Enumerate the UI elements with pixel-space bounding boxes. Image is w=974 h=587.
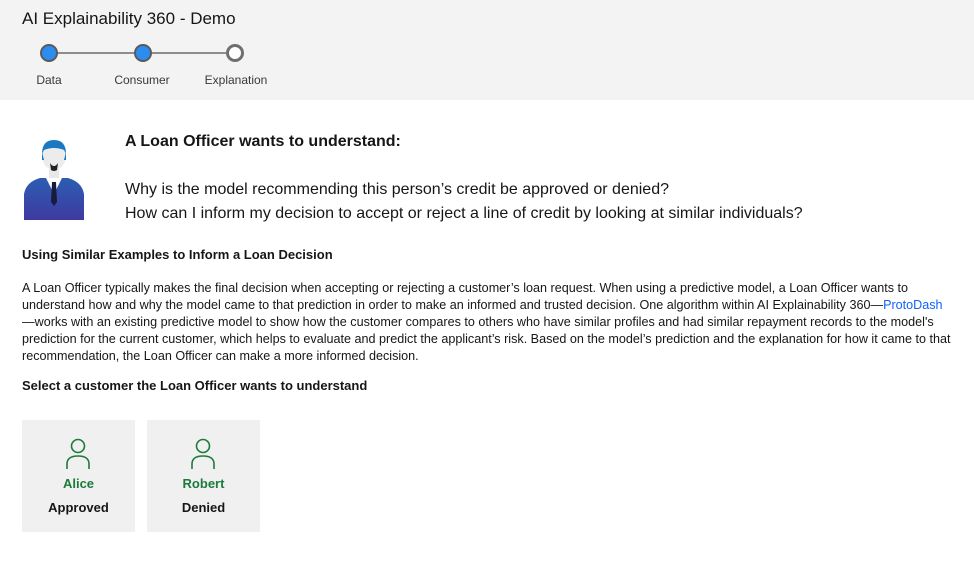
person-icon bbox=[191, 438, 215, 469]
persona-question: Why is the model recommending this perso… bbox=[125, 181, 669, 198]
step-explanation-label[interactable]: Explanation bbox=[191, 73, 281, 87]
customer-name: Robert bbox=[182, 476, 225, 491]
customer-status: Approved bbox=[48, 500, 109, 515]
customer-name: Alice bbox=[62, 476, 95, 491]
step-consumer-label[interactable]: Consumer bbox=[97, 73, 187, 87]
person-icon bbox=[66, 438, 90, 469]
protodash-link[interactable]: ProtoDash bbox=[883, 298, 943, 312]
step-data-label[interactable]: Data bbox=[4, 73, 94, 87]
loan-officer-avatar-icon bbox=[24, 140, 84, 220]
description-text: —works with an existing predictive model… bbox=[22, 315, 951, 363]
select-customer-heading: Select a customer the Loan Officer wants… bbox=[22, 378, 368, 393]
description-text: A Loan Officer typically makes the final… bbox=[22, 281, 909, 312]
app-title: AI Explainability 360 - Demo bbox=[22, 9, 236, 28]
step-explanation-indicator[interactable] bbox=[226, 44, 244, 62]
customer-card-robert[interactable]: Robert Denied bbox=[147, 420, 260, 532]
customer-status: Denied bbox=[181, 500, 226, 515]
persona-heading: A Loan Officer wants to understand: bbox=[125, 133, 401, 150]
app-header: AI Explainability 360 - Demo Data Consum… bbox=[0, 0, 974, 100]
step-data-indicator[interactable] bbox=[40, 44, 58, 62]
persona-question: How can I inform my decision to accept o… bbox=[125, 205, 803, 222]
step-connector bbox=[57, 52, 134, 54]
step-consumer-indicator[interactable] bbox=[134, 44, 152, 62]
section-description: A Loan Officer typically makes the final… bbox=[22, 280, 952, 365]
step-connector bbox=[151, 52, 226, 54]
progress-stepper: Data Consumer Explanation bbox=[0, 40, 300, 90]
section-heading: Using Similar Examples to Inform a Loan … bbox=[22, 247, 333, 262]
customer-card-alice[interactable]: Alice Approved bbox=[22, 420, 135, 532]
